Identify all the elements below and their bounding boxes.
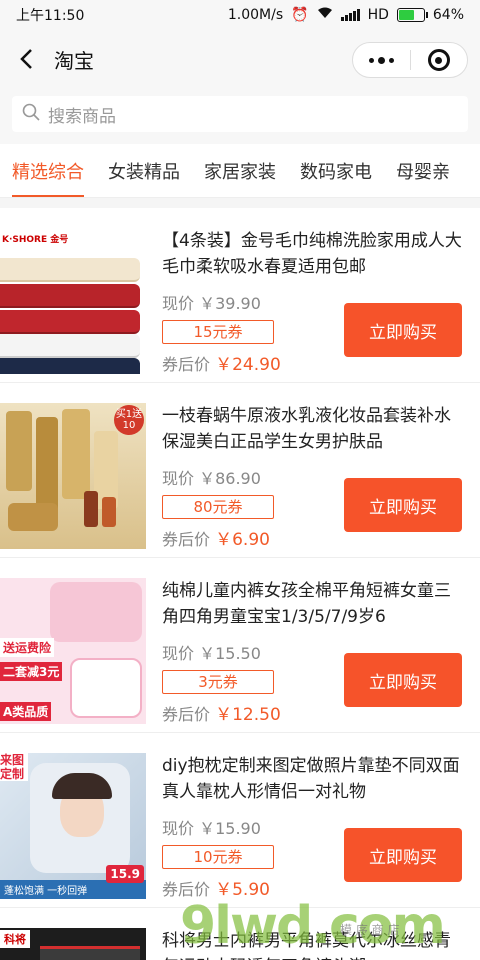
tab-featured[interactable]: 精选综合 [12,144,84,197]
page-title: 淘宝 [54,48,94,73]
signal-icon [340,9,360,21]
product-title[interactable]: 纯棉儿童内裤女孩全棉平角短裤女童三角四角男童宝宝1/3/5/7/9岁6 [162,578,464,630]
tab-electronics[interactable]: 数码家电 [300,144,372,197]
after-coupon-label: 券后价 [162,705,211,724]
promo-label: 送运费险 [0,638,55,657]
promo-label: A类品质 [0,702,52,721]
status-time: 上午11:50 [16,8,85,24]
coupon-badge: 10元券 [162,845,274,869]
coupon-badge: 80元券 [162,495,274,519]
status-bar: 上午11:50 1.00M/s ⏰ HD 64% [0,0,480,30]
price-tag: 15.9 [106,865,144,883]
tab-home[interactable]: 家居家装 [204,144,276,197]
divider [0,198,480,208]
coupon-badge: 3元券 [162,670,274,694]
custom-label: 来图定制 [0,753,28,781]
product-item[interactable]: 买1送10 一枝春蜗牛原液水乳液化妆品套装补水保湿美白正品学生女男护肤品 现价 … [0,383,480,558]
product-item[interactable]: 送运费险 二套减3元 A类品质 纯棉儿童内裤女孩全棉平角短裤女童三角四角男童宝宝… [0,558,480,733]
product-info: 纯棉儿童内裤女孩全棉平角短裤女童三角四角男童宝宝1/3/5/7/9岁6 现价 ￥… [146,578,464,732]
mini-program-capsule [352,42,468,78]
buy-now-button[interactable]: 立即购买 [344,653,462,707]
product-title[interactable]: 【4条装】金号毛巾纯棉洗脸家用成人大毛巾柔软吸水春夏适用包邮 [162,228,464,280]
network-speed: 1.00M/s [227,7,284,23]
status-indicators: 1.00M/s ⏰ HD 64% [228,7,464,23]
product-image[interactable]: 买1送10 [0,403,146,549]
watermark: 9lwd.com [180,896,446,956]
buy-now-button[interactable]: 立即购买 [344,478,462,532]
close-mini-program-icon[interactable] [411,49,468,71]
search-placeholder: 搜索商品 [48,106,116,127]
network-type: HD [367,7,389,23]
brand-logo: 科将 [0,930,30,948]
brand-logo: K·SHORE 金号 [2,235,69,245]
alarm-icon: ⏰ [291,7,309,23]
battery-percent: 64% [432,7,464,23]
after-coupon-value: ￥6.90 [215,530,270,550]
more-icon[interactable] [353,56,410,64]
after-coupon-value: ￥24.90 [215,355,281,375]
battery-icon [396,8,428,22]
product-info: 一枝春蜗牛原液水乳液化妆品套装补水保湿美白正品学生女男护肤品 现价 ￥86.90… [146,403,464,557]
product-title[interactable]: 一枝春蜗牛原液水乳液化妆品套装补水保湿美白正品学生女男护肤品 [162,403,464,455]
product-info: diy抱枕定制来图定做照片靠垫不同双面真人靠枕人形情侣一对礼物 现价 ￥15.9… [146,753,464,907]
search-bar: 搜索商品 [0,88,480,144]
search-input[interactable]: 搜索商品 [12,96,468,132]
after-coupon-value: ￥12.50 [215,705,281,725]
product-item[interactable]: K·SHORE 金号 【4条装】金号毛巾纯棉洗脸家用成人大毛巾柔软吸水春夏适用包… [0,208,480,383]
product-title[interactable]: diy抱枕定制来图定做照片靠垫不同双面真人靠枕人形情侣一对礼物 [162,753,464,805]
search-icon [22,103,40,126]
gift-badge: 买1送10 [114,405,144,435]
watermark-caption: 模 序 商 店 [340,923,400,937]
tab-womens-wear[interactable]: 女装精品 [108,144,180,197]
promo-label: 二套减3元 [0,662,63,681]
product-item[interactable]: 来图定制 蓬松饱满 一秒回弹 15.9 diy抱枕定制来图定做照片靠垫不同双面真… [0,733,480,908]
wifi-icon [317,7,333,23]
category-tabs: 精选综合 女装精品 家居家装 数码家电 母婴亲 [0,144,480,198]
buy-now-button[interactable]: 立即购买 [344,828,462,882]
back-icon[interactable] [14,46,40,72]
product-image[interactable]: 送运费险 二套减3元 A类品质 [0,578,146,724]
product-image[interactable]: 科将 [0,928,146,960]
product-image[interactable]: 来图定制 蓬松饱满 一秒回弹 15.9 [0,753,146,899]
title-bar: 淘宝 [0,30,480,88]
product-image[interactable]: K·SHORE 金号 [0,228,146,374]
tab-baby[interactable]: 母婴亲 [396,144,450,197]
coupon-badge: 15元券 [162,320,274,344]
after-coupon-label: 券后价 [162,530,211,549]
product-info: 【4条装】金号毛巾纯棉洗脸家用成人大毛巾柔软吸水春夏适用包邮 现价 ￥39.90… [146,228,464,382]
buy-now-button[interactable]: 立即购买 [344,303,462,357]
after-coupon-label: 券后价 [162,355,211,374]
